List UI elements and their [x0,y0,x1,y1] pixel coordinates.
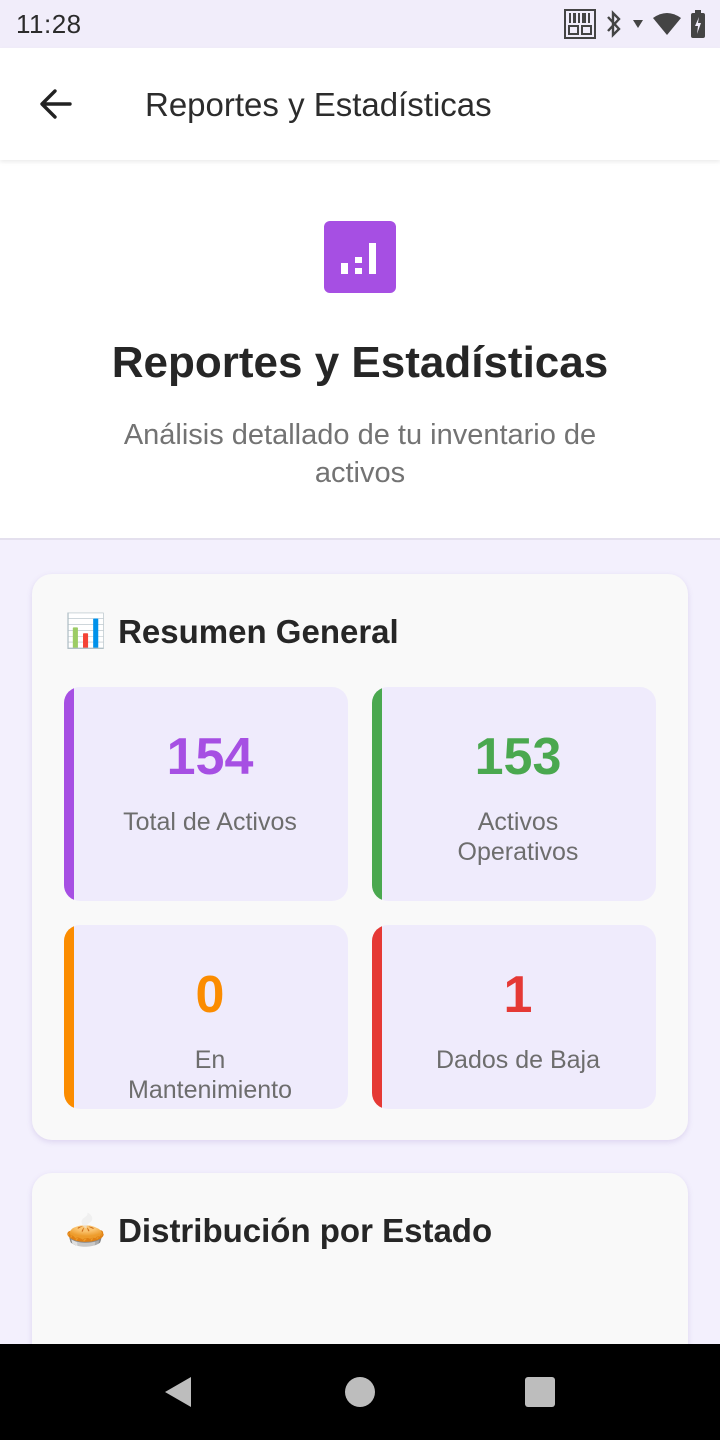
summary-card: 📊 Resumen General 154 Total de Activos 1… [32,574,688,1140]
system-nav-bar [0,1344,720,1440]
wifi-icon [653,13,681,35]
stat-accent-bar [64,687,74,901]
stat-value: 1 [503,966,533,1024]
status-time: 11:28 [16,9,82,39]
bar-chart-icon [324,221,396,293]
pie-emoji-icon: 🥧 [65,1211,107,1248]
signal-icon [633,20,643,28]
summary-title: Resumen General [118,612,399,650]
summary-heading: 📊 Resumen General [65,612,399,651]
barcode-icon [564,9,596,39]
stat-maintenance: 0 En Mantenimiento [64,925,348,1109]
stat-decommissioned: 1 Dados de Baja [372,925,656,1109]
stat-value: 0 [195,966,225,1024]
stat-value: 154 [166,728,254,786]
distribution-heading: 🥧 Distribución por Estado [65,1211,492,1250]
stat-value: 153 [474,728,562,786]
bar-chart-emoji-icon: 📊 [65,612,107,649]
arrow-back-icon [40,89,72,119]
bluetooth-icon [607,10,621,38]
app-bar: Reportes y Estadísticas [0,48,720,160]
battery-icon [691,10,705,38]
distribution-title: Distribución por Estado [118,1211,493,1249]
nav-recents-icon[interactable] [520,1372,560,1412]
stat-label: Dados de Baja [435,1046,600,1074]
app-bar-title: Reportes y Estadísticas [145,86,492,123]
stat-accent-bar [372,687,382,901]
stat-label: Total de Activos [123,808,297,836]
hero-header: Reportes y Estadísticas Análisis detalla… [0,160,720,540]
stat-label: En Mantenimiento [128,1046,292,1104]
page-subtitle: Análisis detallado de tu inventario de a… [123,419,597,489]
distribution-card: 🥧 Distribución por Estado [32,1173,688,1373]
nav-home-icon[interactable] [340,1372,380,1412]
status-bar: 11:28 [0,0,720,48]
back-button[interactable] [24,76,88,132]
nav-back-icon[interactable] [158,1372,198,1412]
stat-operational-assets: 153 Activos Operativos [372,687,656,901]
page-title: Reportes y Estadísticas [111,338,609,387]
status-icons [564,8,706,40]
stat-total-assets: 154 Total de Activos [64,687,348,901]
stat-label: Activos Operativos [457,808,579,866]
